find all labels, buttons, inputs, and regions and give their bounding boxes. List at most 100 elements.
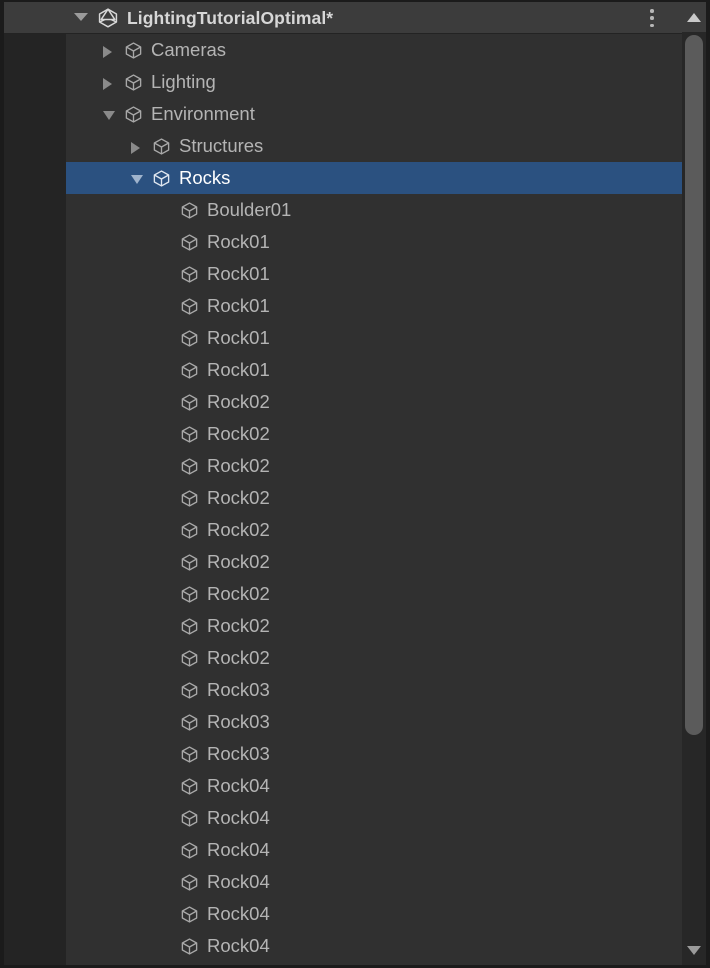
- tree-row-label: Rock02: [207, 578, 270, 610]
- gameobject-cube-icon: [180, 777, 199, 796]
- gameobject-cube-icon: [180, 745, 199, 764]
- gameobject-cube-icon: [180, 489, 199, 508]
- tree-row-label: Lighting: [151, 66, 216, 98]
- tree-row[interactable]: Environment: [66, 98, 682, 130]
- tree-row[interactable]: Structures: [66, 130, 682, 162]
- gameobject-cube-icon: [152, 169, 171, 188]
- tree-row[interactable]: Rock02: [66, 642, 682, 674]
- tree-row-label: Rock04: [207, 898, 270, 930]
- tree-row-label: Rock03: [207, 738, 270, 770]
- tree-row-label: Rock02: [207, 546, 270, 578]
- gameobject-cube-icon: [180, 649, 199, 668]
- tree-row[interactable]: Rock01: [66, 354, 682, 386]
- gameobject-cube-icon: [180, 585, 199, 604]
- scroll-up-arrow-icon[interactable]: [682, 2, 706, 32]
- tree-row[interactable]: Rock02: [66, 610, 682, 642]
- hierarchy-tree[interactable]: CamerasLightingEnvironmentStructuresRock…: [66, 34, 682, 965]
- tree-row-label: Rock04: [207, 866, 270, 898]
- scene-foldout-icon[interactable]: [74, 13, 88, 21]
- tree-row[interactable]: Rock02: [66, 578, 682, 610]
- gameobject-cube-icon: [124, 105, 143, 124]
- tree-row[interactable]: Rock04: [66, 802, 682, 834]
- gameobject-cube-icon: [180, 425, 199, 444]
- tree-row-label: Structures: [179, 130, 263, 162]
- tree-row[interactable]: Rock01: [66, 322, 682, 354]
- gameobject-cube-icon: [180, 329, 199, 348]
- tree-row-label: Environment: [151, 98, 255, 130]
- foldout-collapsed-icon[interactable]: [103, 78, 112, 90]
- gameobject-cube-icon: [180, 905, 199, 924]
- gameobject-cube-icon: [180, 617, 199, 636]
- gameobject-cube-icon: [180, 713, 199, 732]
- gameobject-cube-icon: [180, 681, 199, 700]
- tree-row-label: Rock04: [207, 802, 270, 834]
- tree-row[interactable]: Rock02: [66, 450, 682, 482]
- gameobject-cube-icon: [124, 73, 143, 92]
- vertical-scrollbar[interactable]: [682, 2, 706, 965]
- tree-row[interactable]: Rock04: [66, 930, 682, 962]
- tree-row[interactable]: Boulder01: [66, 194, 682, 226]
- tree-row[interactable]: Rock01: [66, 290, 682, 322]
- scroll-down-arrow-icon[interactable]: [682, 935, 706, 965]
- foldout-expanded-icon[interactable]: [103, 111, 115, 120]
- gameobject-cube-icon: [180, 937, 199, 956]
- foldout-expanded-icon[interactable]: [131, 175, 143, 184]
- gameobject-cube-icon: [180, 553, 199, 572]
- kebab-menu-icon[interactable]: [644, 9, 660, 27]
- scene-header-row[interactable]: LightingTutorialOptimal*: [4, 2, 682, 34]
- tree-row[interactable]: Rock03: [66, 674, 682, 706]
- scene-title: LightingTutorialOptimal*: [127, 2, 333, 34]
- tree-row[interactable]: Rock03: [66, 706, 682, 738]
- tree-row-label: Cameras: [151, 34, 226, 66]
- tree-row-selected[interactable]: Rocks: [66, 162, 682, 194]
- tree-row-label: Rock02: [207, 386, 270, 418]
- gameobject-cube-icon: [180, 297, 199, 316]
- gameobject-cube-icon: [180, 521, 199, 540]
- tree-row[interactable]: Rock04: [66, 770, 682, 802]
- tree-row[interactable]: Cameras: [66, 34, 682, 66]
- tree-row[interactable]: Rock04: [66, 834, 682, 866]
- gameobject-cube-icon: [180, 841, 199, 860]
- tree-row[interactable]: Rock01: [66, 258, 682, 290]
- tree-row[interactable]: Rock04: [66, 898, 682, 930]
- tree-row[interactable]: Rock02: [66, 546, 682, 578]
- tree-row-label: Rock01: [207, 258, 270, 290]
- gameobject-cube-icon: [180, 809, 199, 828]
- tree-row[interactable]: Lighting: [66, 66, 682, 98]
- hierarchy-left-gutter: [4, 34, 66, 965]
- gameobject-cube-icon: [180, 233, 199, 252]
- hierarchy-panel: LightingTutorialOptimal* CamerasLighting…: [0, 0, 710, 968]
- tree-row-label: Rock01: [207, 354, 270, 386]
- foldout-collapsed-icon[interactable]: [131, 142, 140, 154]
- tree-row-label: Rock03: [207, 674, 270, 706]
- tree-row[interactable]: Rock02: [66, 482, 682, 514]
- scrollbar-track[interactable]: [682, 32, 706, 935]
- tree-row-label: Rock01: [207, 226, 270, 258]
- tree-row-label: Rock04: [207, 834, 270, 866]
- tree-row-label: Boulder01: [207, 194, 291, 226]
- tree-row-label: Rock01: [207, 290, 270, 322]
- tree-row[interactable]: Rock01: [66, 226, 682, 258]
- tree-row[interactable]: Rock03: [66, 738, 682, 770]
- tree-row-label: Rock02: [207, 418, 270, 450]
- tree-row[interactable]: Rock02: [66, 418, 682, 450]
- tree-row-label: Rock04: [207, 770, 270, 802]
- tree-row-label: Rock02: [207, 642, 270, 674]
- tree-row-label: Rock04: [207, 930, 270, 962]
- tree-row-label: Rock02: [207, 610, 270, 642]
- gameobject-cube-icon: [180, 873, 199, 892]
- gameobject-cube-icon: [180, 361, 199, 380]
- gameobject-cube-icon: [152, 137, 171, 156]
- tree-row-label: Rock02: [207, 514, 270, 546]
- foldout-collapsed-icon[interactable]: [103, 46, 112, 58]
- tree-row[interactable]: Rock02: [66, 386, 682, 418]
- tree-row-label: Rocks: [179, 162, 230, 194]
- tree-row-label: Rock01: [207, 322, 270, 354]
- gameobject-cube-icon: [180, 457, 199, 476]
- tree-row[interactable]: Rock04: [66, 866, 682, 898]
- gameobject-cube-icon: [180, 393, 199, 412]
- scrollbar-thumb[interactable]: [685, 35, 703, 735]
- tree-row[interactable]: Rock02: [66, 514, 682, 546]
- tree-row-label: Rock03: [207, 706, 270, 738]
- gameobject-cube-icon: [180, 201, 199, 220]
